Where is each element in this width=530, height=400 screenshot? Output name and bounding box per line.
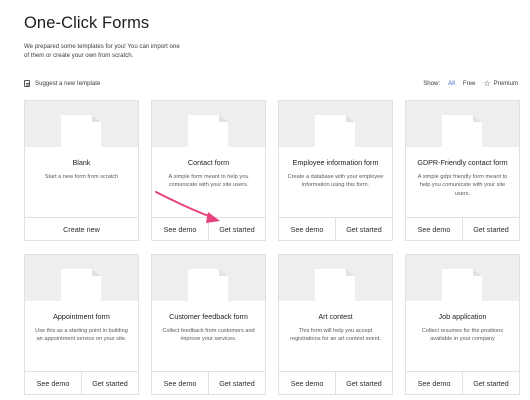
- template-actions: See demo Get started: [406, 217, 519, 240]
- template-description: Collect feedback from customers and impr…: [162, 328, 255, 343]
- template-title: GDPR-Friendly contact form: [417, 158, 508, 167]
- see-demo-button[interactable]: See demo: [406, 372, 462, 394]
- template-card-blank: Blank Start a new form from scratch Create…: [24, 100, 139, 241]
- filter-premium[interactable]: ☆ Premium: [483, 78, 518, 88]
- document-preview-icon: [61, 115, 101, 147]
- document-preview-icon: [188, 269, 228, 301]
- get-started-button[interactable]: Get started: [81, 372, 138, 394]
- template-actions: See demo Get started: [152, 371, 265, 394]
- document-preview-icon: [442, 115, 482, 147]
- template-actions: See demo Get started: [279, 371, 392, 394]
- create-new-button[interactable]: Create new: [25, 218, 138, 240]
- template-description: A simple gdpr friendly form meant to hel…: [417, 174, 508, 197]
- template-description: Create a database with your employee inf…: [287, 174, 384, 189]
- template-description: Collect resumes for the positions availa…: [421, 328, 504, 343]
- get-started-button[interactable]: Get started: [335, 372, 392, 394]
- template-description: Use this as a starting point in building…: [35, 328, 128, 343]
- template-card-body: Contact form A simple form meant to help …: [152, 147, 265, 217]
- filter-premium-label: Premium: [493, 80, 518, 87]
- template-card-body: Employee information form Create a databa…: [279, 147, 392, 217]
- page-intro: We prepared some templates for you! You …: [24, 43, 180, 59]
- template-thumbnail: [406, 101, 519, 147]
- get-started-button[interactable]: Get started: [208, 218, 265, 240]
- template-title: Employee information form: [292, 158, 379, 167]
- document-preview-icon: [61, 269, 101, 301]
- template-title: Customer feedback form: [169, 312, 248, 321]
- template-title: Appointment form: [53, 312, 110, 321]
- template-card-employee-information-form: Employee information form Create a databa…: [278, 100, 393, 241]
- see-demo-button[interactable]: See demo: [279, 372, 335, 394]
- template-thumbnail: [406, 255, 519, 301]
- template-card-appointment-form: Appointment form Use this as a starting p…: [24, 254, 139, 395]
- get-started-button[interactable]: Get started: [335, 218, 392, 240]
- template-card-body: Job application Collect resumes for the p…: [406, 301, 519, 371]
- see-demo-button[interactable]: See demo: [406, 218, 462, 240]
- template-description: This form will help you accept registrat…: [290, 328, 381, 343]
- template-title: Job application: [438, 312, 487, 321]
- template-thumbnail: [25, 255, 138, 301]
- template-actions: Create new: [25, 217, 138, 240]
- page-title: One-Click Forms: [24, 14, 150, 32]
- suggest-template-label: Suggest a new template: [35, 80, 101, 87]
- document-preview-icon: [188, 115, 228, 147]
- template-thumbnail: [152, 101, 265, 147]
- template-card-art-contest: Art contest This form will help you accep…: [278, 254, 393, 395]
- template-card-contact-form: Contact form A simple form meant to help …: [151, 100, 266, 241]
- get-started-button[interactable]: Get started: [462, 218, 519, 240]
- filter-free[interactable]: Free: [463, 80, 476, 87]
- template-card-body: Appointment form Use this as a starting p…: [25, 301, 138, 371]
- see-demo-button[interactable]: See demo: [152, 218, 208, 240]
- filter-label: Show:: [423, 80, 441, 87]
- template-card-body: Blank Start a new form from scratch: [25, 147, 138, 217]
- template-actions: See demo Get started: [279, 217, 392, 240]
- suggest-template-link[interactable]: Suggest a new template: [24, 80, 100, 87]
- template-description: Start a new form from scratch: [44, 174, 119, 180]
- filter-all[interactable]: All: [448, 80, 455, 87]
- template-actions: See demo Get started: [152, 217, 265, 240]
- see-demo-button[interactable]: See demo: [25, 372, 81, 394]
- template-card-body: Art contest This form will help you accep…: [279, 301, 392, 371]
- template-title: Blank: [72, 158, 91, 167]
- template-thumbnail: [279, 101, 392, 147]
- template-description: A simple form meant to help you comunica…: [168, 174, 249, 189]
- one-click-forms-page: One-Click Forms We prepared some templat…: [0, 0, 530, 400]
- template-actions: See demo Get started: [25, 371, 138, 394]
- document-icon: [24, 80, 30, 87]
- template-thumbnail: [152, 255, 265, 301]
- document-preview-icon: [315, 115, 355, 147]
- see-demo-button[interactable]: See demo: [279, 218, 335, 240]
- template-thumbnail: [25, 101, 138, 147]
- template-card-customer-feedback-form: Customer feedback form Collect feedback f…: [151, 254, 266, 395]
- template-title: Contact form: [187, 158, 230, 167]
- document-preview-icon: [442, 269, 482, 301]
- template-thumbnail: [279, 255, 392, 301]
- star-icon: ☆: [483, 78, 491, 88]
- document-preview-icon: [315, 269, 355, 301]
- template-card-body: GDPR-Friendly contact form A simple gdpr …: [406, 147, 519, 217]
- template-card-gdpr-friendly-contact-form: GDPR-Friendly contact form A simple gdpr …: [405, 100, 520, 241]
- see-demo-button[interactable]: See demo: [152, 372, 208, 394]
- template-card-body: Customer feedback form Collect feedback f…: [152, 301, 265, 371]
- template-title: Art contest: [318, 312, 353, 321]
- get-started-button[interactable]: Get started: [208, 372, 265, 394]
- template-card-job-application: Job application Collect resumes for the p…: [405, 254, 520, 395]
- get-started-button[interactable]: Get started: [462, 372, 519, 394]
- template-grid: Blank Start a new form from scratch Create…: [24, 100, 520, 395]
- template-filter: Show: All Free ☆ Premium: [423, 78, 518, 88]
- template-actions: See demo Get started: [406, 371, 519, 394]
